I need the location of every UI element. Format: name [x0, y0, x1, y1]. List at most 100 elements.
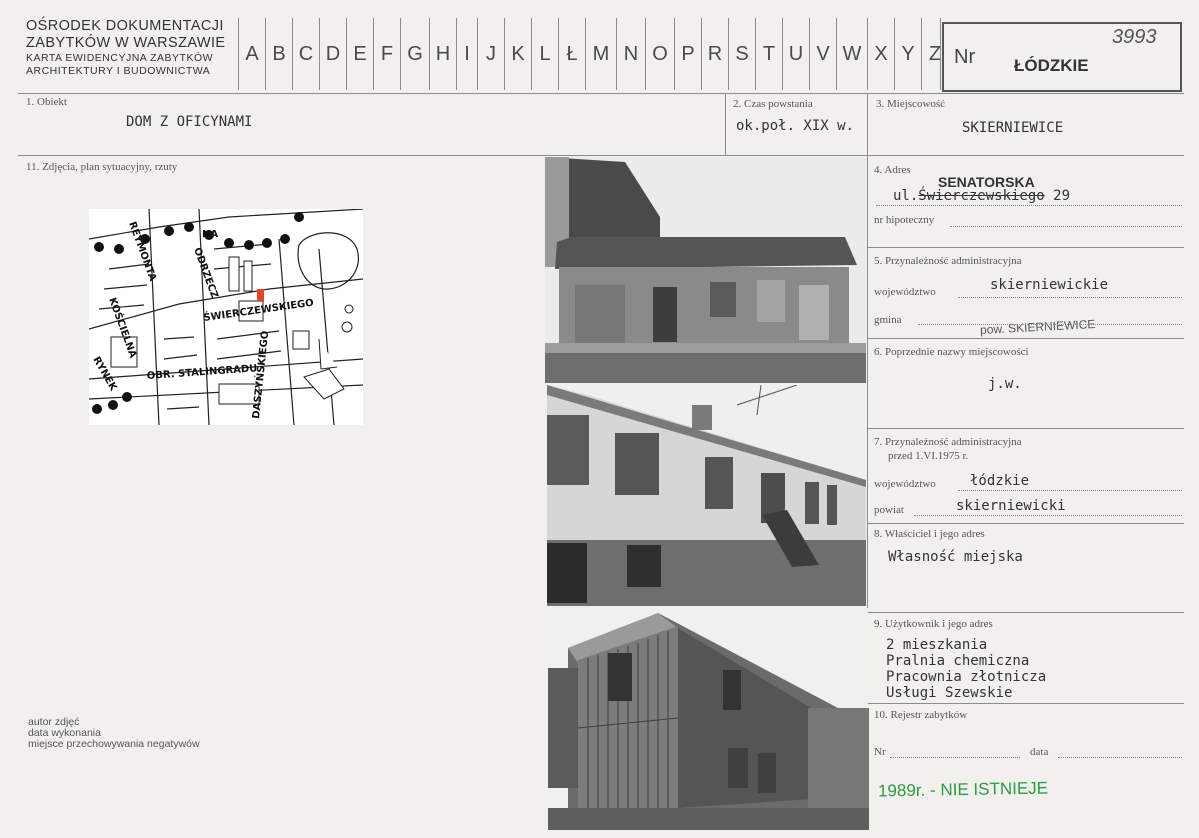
rejestr-nr-label: Nr [874, 746, 886, 758]
alphabet-letter: A [238, 18, 265, 90]
photo-courtyard-wing [547, 385, 866, 606]
przynaleznosc-label: 5. Przynależność administracyjna [874, 255, 1022, 267]
rejestr-data-label: data [1030, 746, 1049, 758]
negatives-location-label: miejsce przechowywania negatywów [28, 738, 200, 750]
hipoteczny-dotline [950, 226, 1182, 227]
inventory-card: OŚRODEK DOKUMENTACJI ZABYTKÓW W WARSZAWI… [0, 0, 1199, 838]
rule-9 [868, 612, 1184, 613]
gmina-label: gmina [874, 314, 902, 326]
uzytkownik-line: Usługi Szewskie [886, 685, 1013, 701]
site-plan-map: ŚWIERCZEWSKIEGO DASZYŃSKIEGO OBR. STALIN… [89, 209, 363, 425]
institution-line2: ZABYTKÓW W WARSZAWIE [26, 35, 226, 51]
location-marker-icon [257, 289, 264, 301]
adres-prefix: ul. [893, 188, 919, 204]
alphabet-index: ABCDEFGHIJKLŁMNOPRSTUVWXYZ [238, 18, 948, 90]
region-stamp: ŁÓDZKIE [1014, 56, 1089, 75]
alphabet-letter: U [782, 18, 809, 90]
photo-outbuilding-drawing [548, 608, 869, 830]
adres-label: 4. Adres [874, 164, 911, 176]
alphabet-letter: E [346, 18, 373, 90]
adres-number: 29 [1053, 188, 1071, 204]
miejscowosc-value: SKIERNIEWICE [962, 120, 1064, 136]
adres-dotline [876, 205, 1182, 206]
alphabet-letter: D [319, 18, 346, 90]
alphabet-letter: C [292, 18, 319, 90]
przed-label-2: przed 1.VI.1975 r. [888, 450, 969, 462]
rejestr-label: 10. Rejestr zabytków [874, 709, 968, 721]
woj-przed-dotline [958, 490, 1182, 491]
woj-dotline [958, 297, 1182, 298]
zdjecia-label: 11. Zdjęcia, plan sytuacyjny, rzuty [26, 161, 178, 173]
poprzednie-value: j.w. [988, 376, 1022, 392]
uzytkownik-list: 2 mieszkania Pralnia chemiczna Pracownia… [886, 637, 1046, 701]
rejestr-data-dotline [1058, 757, 1182, 758]
alphabet-letter: W [836, 18, 867, 90]
alphabet-letter: V [809, 18, 836, 90]
powiat-value: skierniewicki [956, 498, 1066, 514]
rule-header [18, 93, 1184, 94]
card-type-line2: ARCHITEKTURY I BUDOWNICTWA [26, 65, 211, 77]
alphabet-letter: R [701, 18, 728, 90]
gmina-dotline [918, 324, 1182, 325]
woj-przed-label: województwo [874, 478, 936, 490]
gmina-value: pow. SKIERNIEWICE [979, 316, 1096, 338]
wojewodztwo-value: skierniewickie [990, 277, 1109, 293]
miejscowosc-label: 3. Miejscowość [876, 98, 946, 110]
uzytkownik-line: Pracownia złotnicza [886, 669, 1047, 685]
alphabet-letter: O [645, 18, 674, 90]
rule-8 [868, 523, 1184, 524]
map-street-na: NA [202, 229, 218, 240]
alphabet-letter: T [755, 18, 782, 90]
rule-7 [868, 428, 1184, 429]
demolished-note: 1989r. - NIE ISTNIEJE [877, 778, 1049, 801]
alphabet-letter: Ł [558, 18, 585, 90]
alphabet-letter: B [265, 18, 292, 90]
obiekt-label: 1. Obiekt [26, 96, 67, 108]
uzytkownik-line: Pralnia chemiczna [886, 653, 1030, 669]
site-plan-drawing: ŚWIERCZEWSKIEGO DASZYŃSKIEGO OBR. STALIN… [89, 209, 363, 425]
institution-block: OŚRODEK DOKUMENTACJI ZABYTKÓW W WARSZAWI… [26, 18, 225, 78]
wlasciciel-label: 8. Właściciel i jego adres [874, 528, 985, 540]
alphabet-letter: Y [894, 18, 921, 90]
alphabet-letter: P [674, 18, 701, 90]
alphabet-letter: H [429, 18, 456, 90]
poprzednie-label: 6. Poprzednie nazwy miejscowości [874, 346, 1029, 358]
uzytkownik-label: 9. Użytkownik i jego adres [874, 618, 993, 630]
rule-6 [868, 338, 1184, 339]
alphabet-letter: X [867, 18, 894, 90]
map-street-daszynskiego: DASZYŃSKIEGO [249, 330, 271, 419]
uzytkownik-line: 2 mieszkania [886, 637, 988, 653]
card-number: 3993 [1112, 26, 1157, 48]
wlasciciel-value: Własność miejska [888, 549, 1023, 565]
przed-label-1: 7. Przynależność administracyjna [874, 436, 1022, 448]
rule-row1 [18, 155, 1184, 156]
adres-struck-street: Świerczewskiego [918, 188, 1045, 204]
alphabet-letter: J [477, 18, 504, 90]
rejestr-nr-dotline [890, 757, 1020, 758]
woj-przed-value: łódzkie [970, 473, 1030, 489]
institution-line1: OŚRODEK DOKUMENTACJI [26, 18, 224, 34]
alphabet-letter: F [373, 18, 400, 90]
powiat-label: powiat [874, 504, 904, 516]
alphabet-letter: N [616, 18, 645, 90]
wojewodztwo-label: województwo [874, 286, 936, 298]
divider-czas [725, 93, 726, 155]
alphabet-letter: I [456, 18, 477, 90]
map-street-stalingradu: OBR. STALINGRADU [146, 363, 257, 382]
powiat-dotline [914, 515, 1182, 516]
rule-10 [868, 703, 1184, 704]
photo-courtyard-drawing [547, 385, 866, 606]
photo-front-facade [545, 157, 866, 383]
obiekt-value: DOM Z OFICYNAMI [126, 114, 253, 130]
hipoteczny-label: nr hipoteczny [874, 214, 935, 226]
czas-value: ok.poł. XIX w. [736, 118, 855, 134]
alphabet-letter: S [728, 18, 755, 90]
rule-5 [868, 247, 1184, 248]
alphabet-letter: G [400, 18, 429, 90]
alphabet-letter: L [531, 18, 558, 90]
czas-label: 2. Czas powstania [733, 98, 813, 110]
photo-wooden-outbuilding [548, 608, 869, 830]
alphabet-letter: M [585, 18, 616, 90]
nr-divider [940, 18, 941, 90]
card-type-line1: KARTA EWIDENCYJNA ZABYTKÓW [26, 52, 214, 64]
